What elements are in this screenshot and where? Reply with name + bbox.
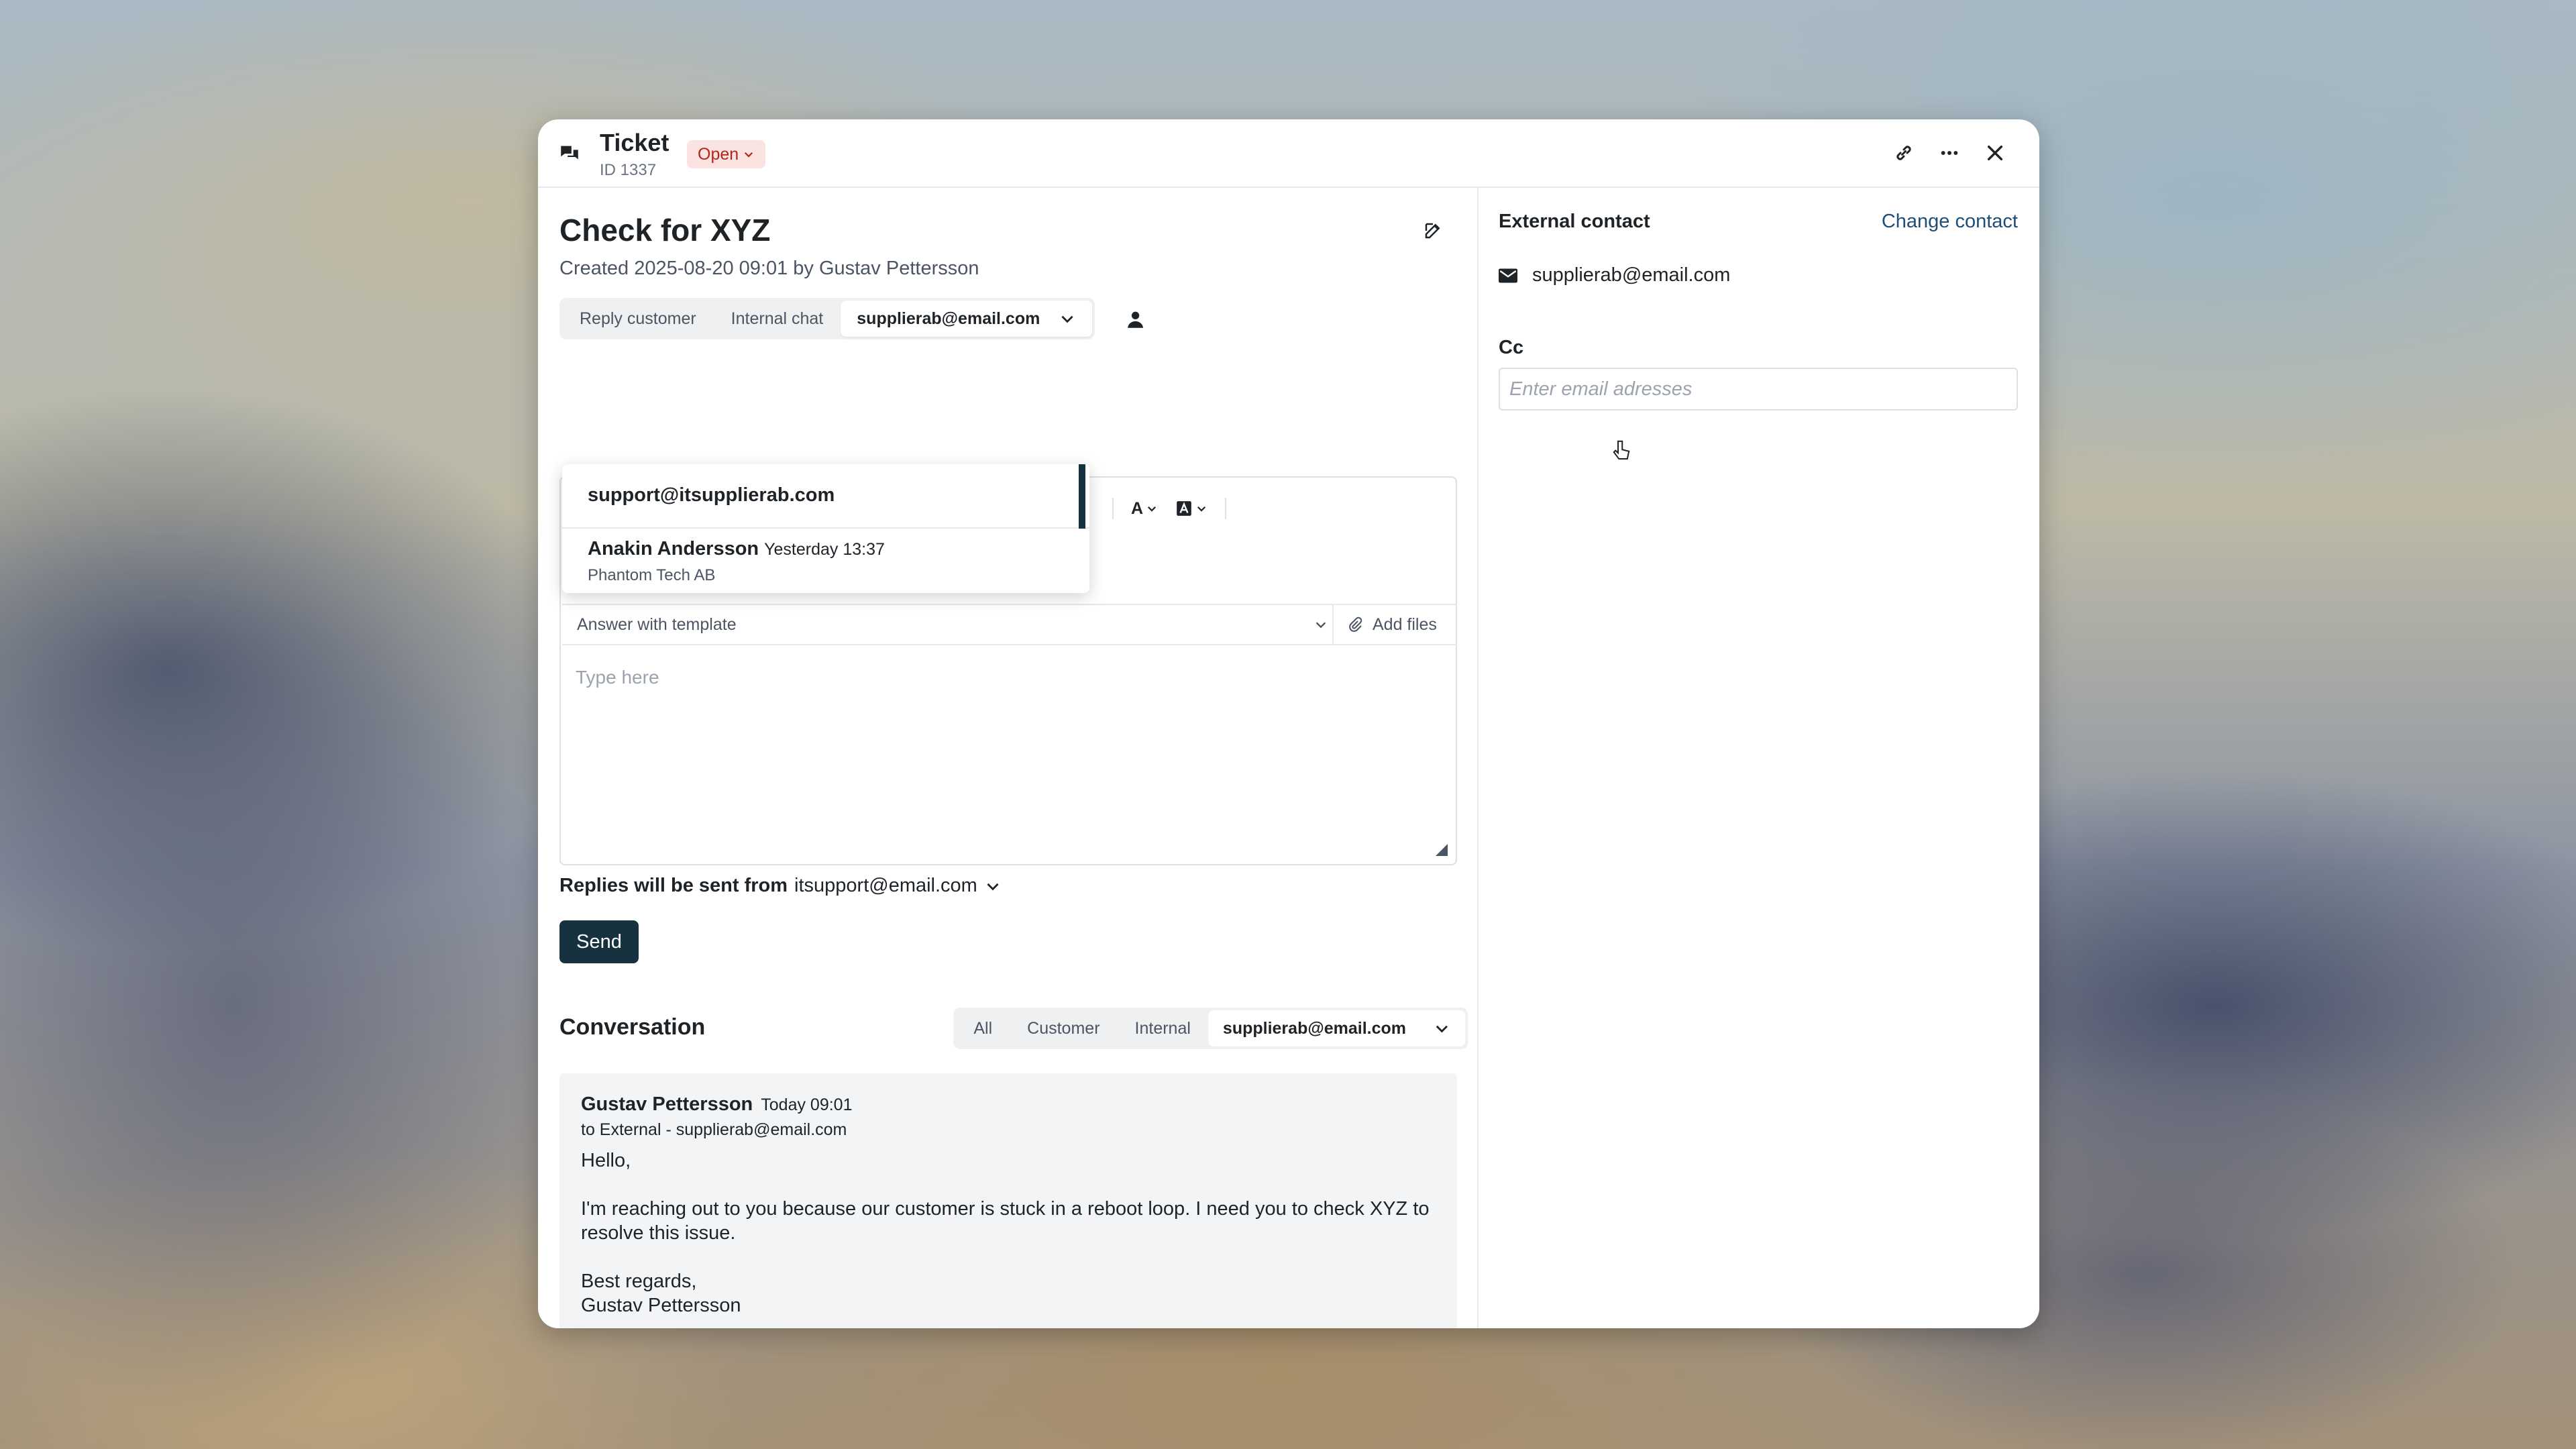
copy-link-button[interactable] — [1890, 136, 1917, 170]
message-greeting: Hello, — [581, 1150, 631, 1171]
chevron-down-icon — [1316, 622, 1326, 629]
chat-bubbles-icon — [561, 146, 578, 160]
message-closing: Best regards, — [581, 1271, 697, 1292]
ticket-id: ID 1337 — [600, 161, 657, 179]
filter-internal[interactable]: Internal — [1118, 1010, 1208, 1046]
close-icon — [1987, 145, 2003, 161]
more-options-button[interactable] — [1936, 136, 1963, 170]
ticket-header: Ticket ID 1337 Open — [538, 119, 2039, 188]
assign-contact-button[interactable] — [1120, 303, 1152, 335]
message-recipient: to External - supplierab@email.com — [581, 1120, 847, 1139]
message-author: Gustav Pettersson — [581, 1093, 753, 1115]
header-title: Ticket — [600, 129, 669, 156]
conversation-filters: All Customer Internal supplierab@email.c… — [953, 1008, 1468, 1049]
dropdown-scrollbar[interactable] — [1079, 464, 1085, 529]
contact-email-row: supplierab@email.com — [1499, 264, 1730, 286]
font-color-button[interactable]: A — [1131, 499, 1158, 519]
ticket-window: Ticket ID 1337 Open Check for XYZ Create… — [538, 119, 2039, 1328]
status-dropdown[interactable]: Open — [687, 140, 766, 168]
message-header: Gustav Pettersson Today 09:01 — [581, 1093, 852, 1116]
mail-icon — [1499, 268, 1517, 282]
dropdown-item[interactable]: Anakin Andersson Yesterday 13:37 Phantom … — [562, 529, 1089, 593]
add-files-button[interactable]: Add files — [1332, 605, 1457, 644]
external-contact-title: External contact — [1499, 211, 1650, 232]
reply-mode-tabs: Reply customer Internal chat supplierab@… — [559, 298, 1095, 339]
main-pane: Check for XYZ Created 2025-08-20 09:01 b… — [538, 188, 1477, 1328]
cc-label: Cc — [1499, 337, 1524, 358]
message-input[interactable]: Type here — [576, 667, 659, 688]
chevron-down-icon — [987, 883, 999, 890]
highlight-icon — [1177, 501, 1191, 516]
message-text: I'm reaching out to you because our cust… — [581, 1198, 1430, 1244]
created-info: Created 2025-08-20 09:01 by Gustav Pette… — [559, 258, 979, 279]
conversation-title: Conversation — [559, 1014, 706, 1040]
edit-icon — [1425, 223, 1440, 239]
dropdown-item-name: Anakin Andersson — [588, 538, 759, 559]
paperclip-icon — [1349, 616, 1362, 632]
formatting-toolbar: A — [1077, 498, 1227, 519]
more-horizontal-icon — [1941, 151, 1958, 155]
tab-reply-customer[interactable]: Reply customer — [562, 301, 714, 337]
chevron-down-icon — [1148, 506, 1157, 512]
recipient-label: supplierab@email.com — [857, 309, 1040, 328]
add-files-label: Add files — [1373, 614, 1437, 634]
chevron-down-icon — [745, 152, 753, 158]
pointer-cursor-icon — [1613, 440, 1630, 460]
template-row: Answer with template Add files — [562, 604, 1457, 645]
chevron-down-icon — [1197, 506, 1206, 512]
edit-title-button[interactable] — [1418, 216, 1448, 246]
status-label: Open — [698, 145, 739, 164]
template-select[interactable]: Answer with template — [577, 605, 1328, 644]
change-contact-link[interactable]: Change contact — [1882, 211, 2018, 233]
send-button[interactable]: Send — [559, 920, 639, 963]
filter-contact-select[interactable]: supplierab@email.com — [1208, 1010, 1465, 1046]
tab-internal-chat[interactable]: Internal chat — [714, 301, 841, 337]
recipient-dropdown: support@itsupplierab.com Anakin Andersso… — [562, 464, 1089, 593]
chevron-down-icon — [1061, 315, 1073, 323]
filter-customer[interactable]: Customer — [1010, 1010, 1117, 1046]
cc-email-input[interactable] — [1499, 368, 2018, 411]
recipient-select[interactable]: supplierab@email.com — [841, 301, 1093, 337]
dropdown-item-email: support@itsupplierab.com — [588, 484, 835, 506]
toolbar-divider — [1112, 498, 1114, 519]
dropdown-item-company: Phantom Tech AB — [588, 566, 716, 584]
ticket-title: Check for XYZ — [559, 213, 771, 248]
highlight-color-button[interactable] — [1175, 500, 1208, 517]
link-icon — [1896, 146, 1911, 160]
filter-all[interactable]: All — [956, 1010, 1010, 1046]
filter-contact-label: supplierab@email.com — [1222, 1019, 1406, 1038]
dropdown-item-time: Yesterday 13:37 — [764, 540, 885, 559]
toolbar-divider — [1225, 498, 1227, 519]
font-color-label: A — [1131, 498, 1144, 518]
message-body: Hello, I'm reaching out to you because o… — [581, 1148, 1433, 1318]
reply-from-label: Replies will be sent from — [559, 875, 788, 896]
reply-from-select[interactable]: Replies will be sent from itsupport@emai… — [559, 875, 1002, 897]
contact-sidebar: External contact Change contact supplier… — [1477, 188, 2039, 1328]
reply-from-value: itsupport@email.com — [794, 875, 977, 896]
resize-handle-icon[interactable] — [1436, 844, 1448, 856]
message-card: Gustav Pettersson Today 09:01 to Externa… — [559, 1073, 1457, 1328]
message-time: Today 09:01 — [761, 1095, 853, 1114]
user-icon — [1128, 311, 1143, 328]
message-signature: Gustav Pettersson — [581, 1295, 741, 1316]
template-placeholder: Answer with template — [577, 614, 737, 634]
chevron-down-icon — [1436, 1025, 1448, 1033]
close-button[interactable] — [1982, 136, 2008, 170]
contact-email: supplierab@email.com — [1532, 264, 1731, 286]
dropdown-item[interactable]: support@itsupplierab.com — [562, 464, 1089, 529]
header-actions — [1890, 136, 2008, 170]
